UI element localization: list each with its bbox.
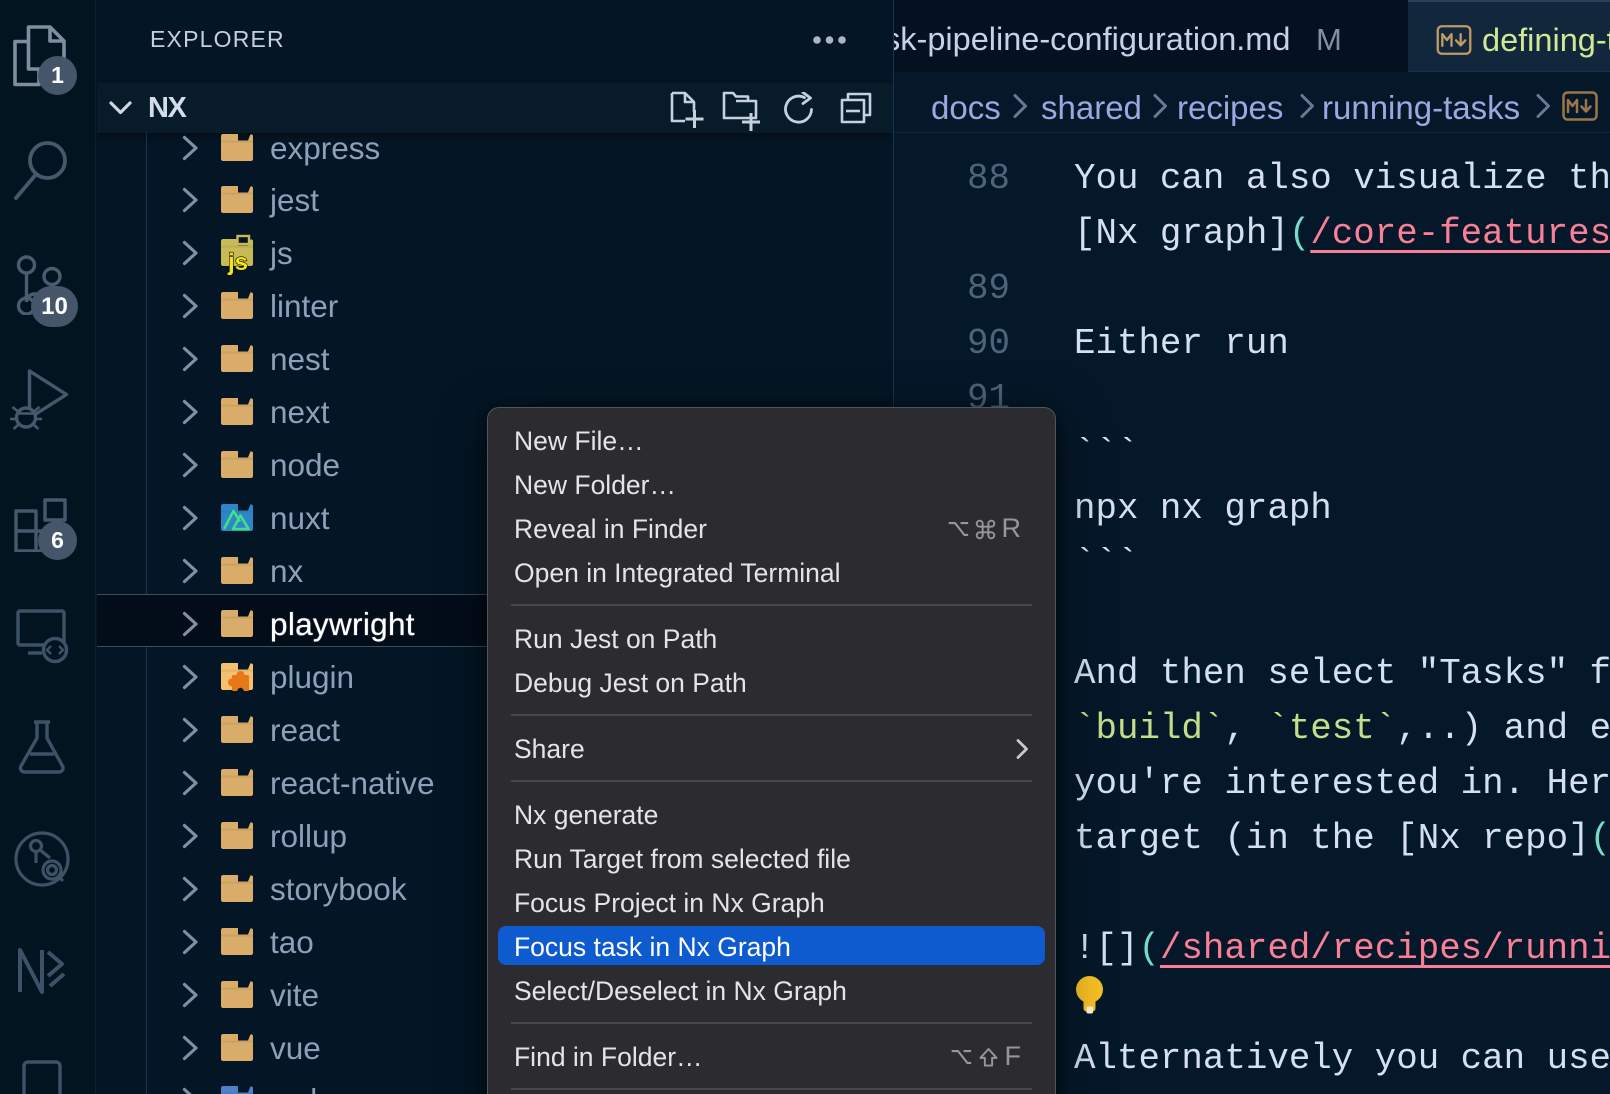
svg-text:js: js bbox=[227, 249, 248, 276]
